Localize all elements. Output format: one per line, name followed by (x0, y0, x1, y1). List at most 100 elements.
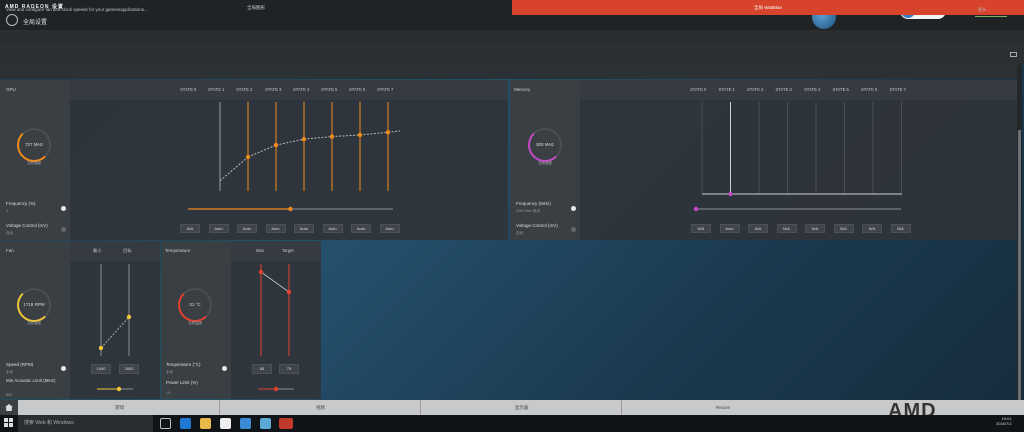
nav-games-label: 游戏 (115, 405, 124, 410)
gpu-state-point-2[interactable] (273, 142, 279, 148)
tab-global-wattman[interactable]: 全局 WattMan (512, 0, 1024, 15)
nav-relive[interactable]: ReLive (623, 400, 823, 415)
nav-video[interactable]: 视频 (221, 400, 421, 415)
temp-gauge-caption: 当前温度 (188, 321, 202, 325)
power-limit-thumb[interactable] (273, 386, 279, 392)
gpu-freq-toggle[interactable] (61, 206, 66, 211)
globe-icon[interactable] (6, 14, 18, 26)
memory-state-6: STATE 6 (861, 87, 878, 92)
temp-target-point[interactable] (286, 289, 292, 295)
power-limit-slider[interactable] (256, 384, 296, 394)
gpu-curve-segment-3 (303, 136, 333, 140)
memory-state-chart[interactable] (700, 100, 910, 198)
fan-acoustic-thumb[interactable] (116, 386, 122, 392)
gpu-volt-box-5[interactable]: Auto (322, 224, 343, 233)
panel-toggle-icon[interactable] (1010, 52, 1017, 57)
clock-date: 2016/7/2 (996, 421, 1012, 426)
gpu-curve-segment-0 (219, 156, 249, 182)
gpu-state-3: STATE 3 (265, 87, 282, 92)
memory-slider-thumb[interactable] (693, 206, 699, 212)
fan-col-target: 目标 (123, 248, 132, 253)
fan-min-input[interactable]: 1400 (91, 364, 111, 374)
gpu-state-chart[interactable] (190, 100, 400, 195)
gpu-state-point-6[interactable] (385, 130, 391, 135)
temp-curve-chart[interactable] (250, 262, 300, 358)
memory-volt-box-2[interactable]: N/A (748, 224, 768, 233)
gpu-state-1: STATE 1 (208, 87, 225, 92)
gpu-curve-segment-2 (275, 138, 305, 146)
scrollbar-thumb[interactable] (1018, 130, 1021, 400)
memory-volt-box-6[interactable]: N/A (862, 224, 882, 233)
temp-curve-line (260, 271, 290, 293)
taskbar-clock[interactable]: 10:01 2016/7/2 (996, 416, 1012, 426)
gpu-state-7: STATE 7 (377, 87, 394, 92)
memory-volt-row: N/A Auto N/A N/A N/A N/A N/A N/A (510, 224, 1017, 234)
fan-speed-toggle[interactable] (61, 366, 66, 371)
fan-min-point[interactable] (98, 345, 104, 351)
more-button[interactable]: 更多... (978, 7, 989, 13)
fan-curve-chart[interactable] (90, 262, 140, 358)
memory-volt-box-3[interactable]: N/A (776, 224, 797, 233)
gpu-volt-box-7[interactable]: Auto (379, 224, 400, 233)
memory-state-point-1[interactable] (728, 191, 733, 197)
task-view-icon[interactable] (160, 418, 171, 429)
fan-curve-line (100, 316, 130, 349)
windows-start-icon[interactable] (4, 418, 14, 428)
app-bird-icon[interactable] (240, 418, 251, 429)
memory-volt-box-4[interactable]: N/A (805, 224, 825, 233)
memory-state-headers: STATE 0 STATE 1 STATE 2 STATE 3 STATE 4 STATE… (510, 87, 1017, 95)
memory-freq-slider[interactable] (693, 204, 903, 214)
memory-volt-box-7[interactable]: N/A (890, 224, 911, 233)
nav-games[interactable]: 游戏 (20, 400, 220, 415)
temp-max-point[interactable] (258, 269, 264, 275)
memory-freq-value: 2000 MHz 电流 (516, 209, 540, 213)
memory-state-4: STATE 4 (804, 87, 821, 92)
gpu-curve-segment-1 (247, 144, 277, 158)
gpu-volt-box-3[interactable]: Auto (265, 224, 286, 233)
temp-col-target: Target (282, 248, 294, 253)
gpu-volt-box-6[interactable]: Auto (351, 224, 371, 233)
radeon-settings-taskbar-icon[interactable] (279, 418, 293, 429)
home-icon (5, 404, 13, 411)
app-settings-icon[interactable] (260, 418, 271, 429)
windows-taskbar (0, 415, 1024, 432)
gpu-slider-thumb[interactable] (288, 206, 293, 212)
info-bar (0, 45, 1024, 65)
memory-volt-box-1[interactable]: Auto (719, 224, 740, 233)
nav-display[interactable]: 显示器 (422, 400, 622, 415)
memory-volt-box-0[interactable]: N/A (691, 224, 711, 233)
gpu-volt-box-4[interactable]: Auto (294, 224, 314, 233)
gpu-volt-box-1[interactable]: Auto (208, 224, 229, 233)
fan-target-input[interactable]: 2800 (119, 364, 139, 374)
gpu-volt-box-2[interactable]: Auto (237, 224, 257, 233)
gpu-gauge-caption: 当前速度 (27, 161, 41, 165)
gpu-volt-box-0[interactable]: N/A (180, 224, 200, 233)
gpu-state-point-5[interactable] (357, 132, 363, 138)
fan-target-point[interactable] (126, 314, 132, 320)
gpu-state-0: STATE 0 (180, 87, 197, 92)
temp-toggle[interactable] (222, 366, 227, 371)
gpu-state-headers: STATE 0 STATE 1 STATE 2 STATE 3 STATE 4 STATE… (0, 87, 508, 95)
temp-value: 手动 (166, 370, 173, 374)
memory-state-1: STATE 1 (718, 87, 735, 92)
temp-label: Temperature (°C) (166, 362, 201, 367)
store-icon[interactable] (220, 418, 231, 429)
temp-max-input[interactable]: 85 (252, 364, 272, 374)
memory-volt-box-5[interactable]: N/A (833, 224, 854, 233)
home-button[interactable] (0, 400, 18, 415)
gpu-state-point-3[interactable] (301, 136, 307, 142)
file-explorer-icon[interactable] (200, 418, 211, 429)
gpu-curve-segment-4 (331, 134, 361, 138)
gpu-gauge-value: 727 MHz (24, 142, 43, 147)
memory-freq-toggle[interactable] (571, 206, 576, 211)
gpu-freq-slider[interactable] (185, 204, 395, 214)
edge-browser-icon[interactable] (180, 418, 191, 429)
gpu-state-point-1[interactable] (245, 154, 251, 160)
temp-target-input[interactable]: 75 (279, 364, 299, 374)
temp-title: Temperature (165, 248, 191, 253)
taskbar-search-box[interactable]: 搜索 Web 和 Windows (18, 415, 153, 432)
info-text: View and configure fan and clock speeds … (6, 7, 148, 12)
fan-gauge-value: 1718 RPM (23, 302, 45, 307)
gpu-state-point-4[interactable] (329, 134, 335, 139)
fan-acoustic-slider[interactable] (95, 384, 135, 394)
